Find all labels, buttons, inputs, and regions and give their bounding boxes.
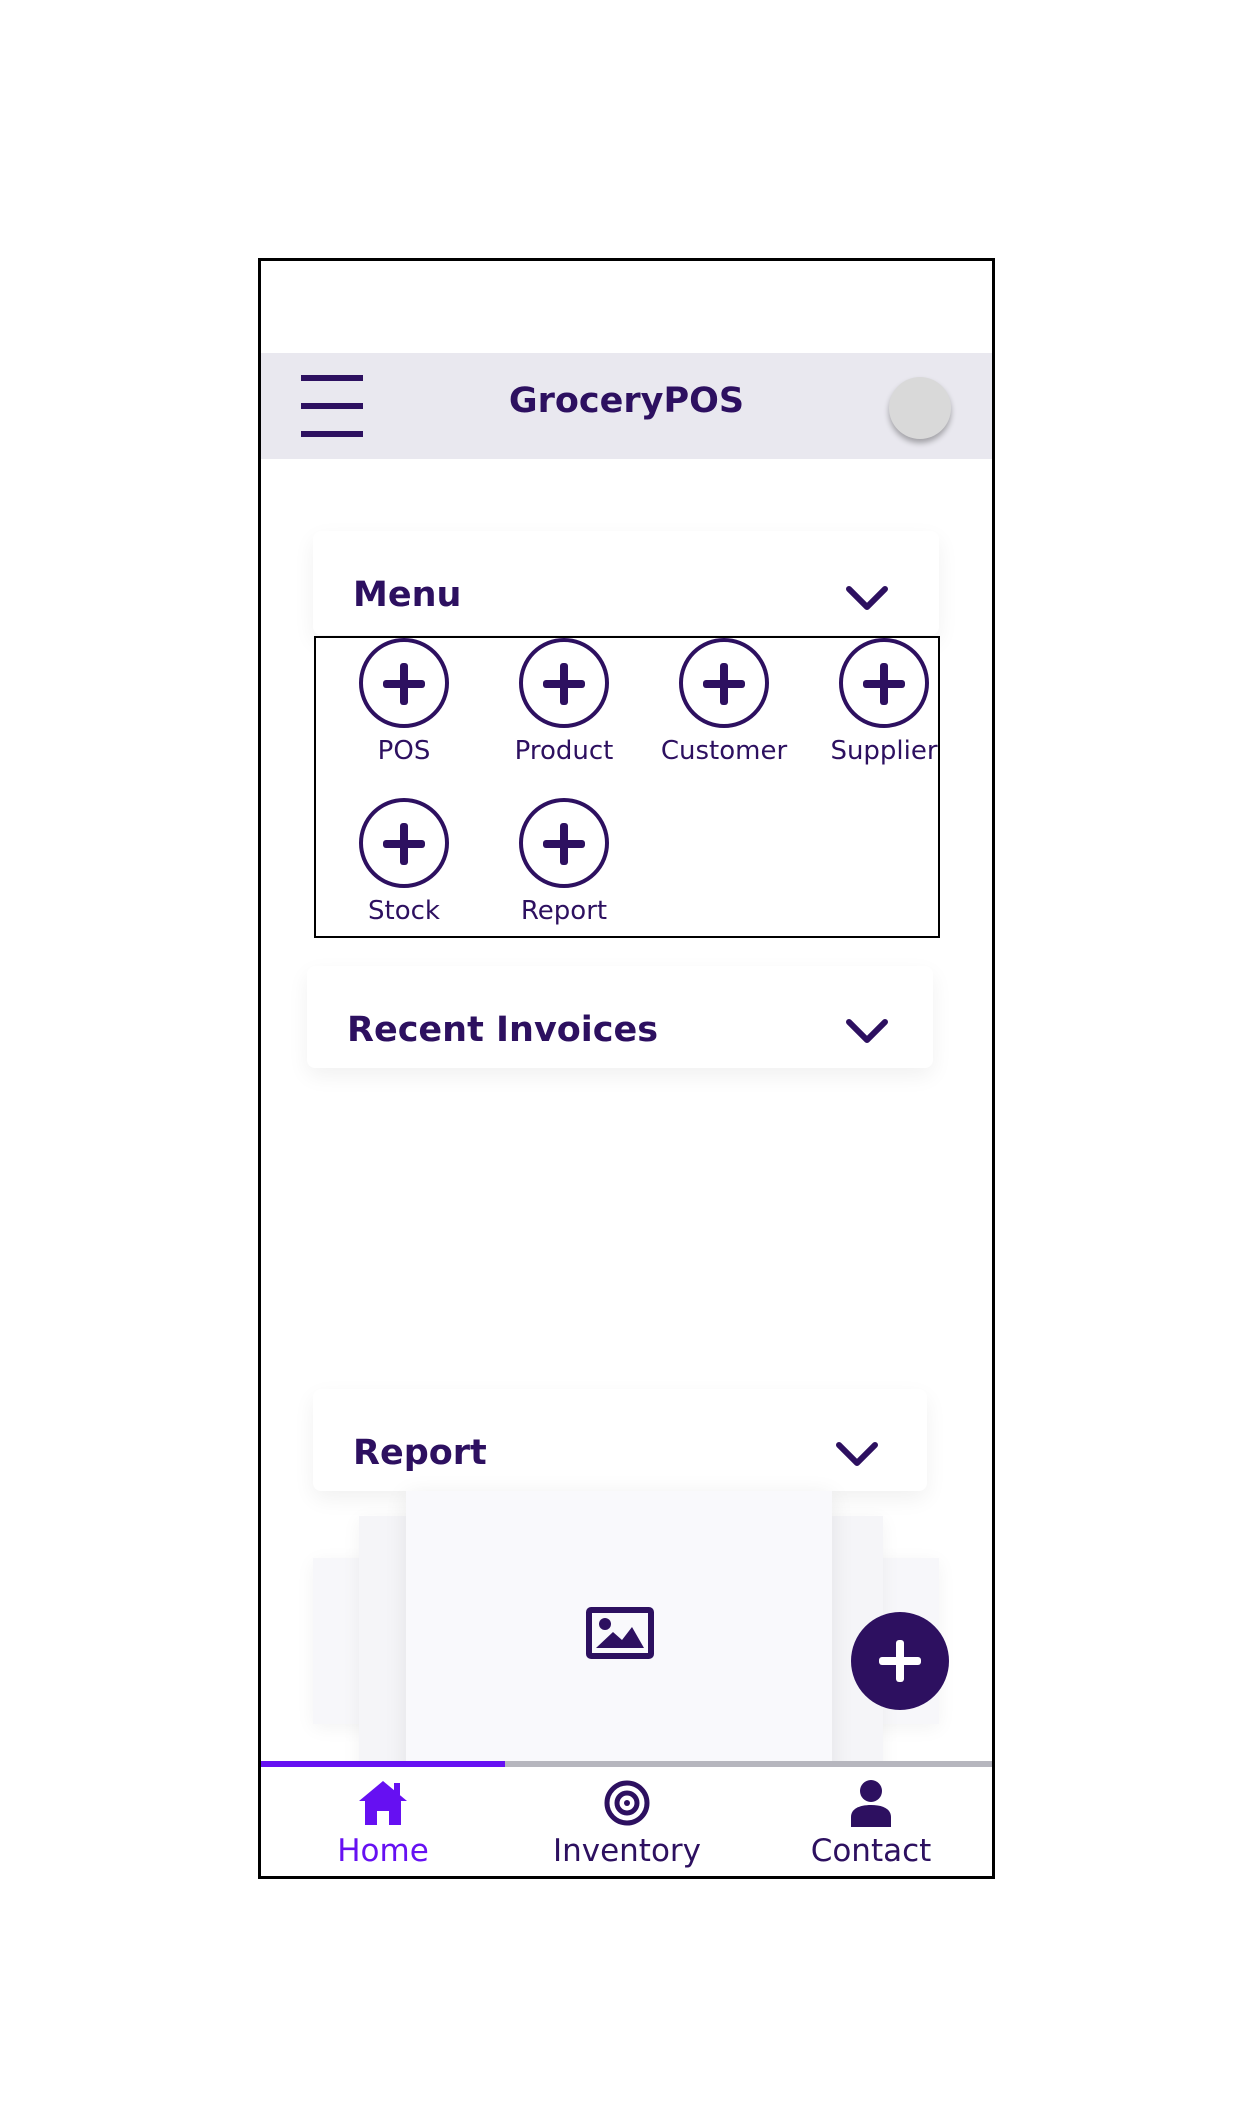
menu-item-label: Product bbox=[514, 736, 614, 766]
tab-contact-label: Contact bbox=[810, 1833, 932, 1869]
chevron-down-icon[interactable] bbox=[845, 583, 889, 613]
avatar[interactable] bbox=[889, 377, 951, 439]
person-icon bbox=[851, 1780, 891, 1827]
add-circle-icon bbox=[359, 798, 449, 888]
add-circle-icon bbox=[519, 798, 609, 888]
target-icon bbox=[604, 1780, 650, 1826]
menu-item-label: POS bbox=[377, 736, 431, 766]
app-bar: GroceryPOS bbox=[261, 353, 992, 459]
home-icon bbox=[359, 1781, 407, 1825]
menu-item-label: Customer bbox=[660, 736, 788, 766]
report-section-header[interactable]: Report bbox=[313, 1389, 927, 1491]
tab-home-label: Home bbox=[337, 1833, 429, 1869]
menu-item-product[interactable]: Product bbox=[487, 638, 647, 798]
recent-invoices-title: Recent Invoices bbox=[347, 1010, 659, 1050]
menu-item-label: Stock bbox=[368, 896, 440, 926]
tab-inventory[interactable]: Inventory bbox=[505, 1767, 749, 1876]
recent-invoices-section-header[interactable]: Recent Invoices bbox=[307, 966, 933, 1068]
menu-item-customer[interactable]: Customer bbox=[647, 638, 807, 798]
chevron-down-icon[interactable] bbox=[835, 1439, 879, 1469]
report-section-title: Report bbox=[353, 1433, 487, 1473]
add-circle-icon bbox=[679, 638, 769, 728]
phone-frame: GroceryPOS Menu POS Product Customer Sup… bbox=[258, 258, 995, 1879]
menu-item-label: Supplier bbox=[830, 736, 938, 766]
add-fab-button[interactable] bbox=[851, 1612, 949, 1710]
add-circle-icon bbox=[359, 638, 449, 728]
menu-item-label: Report bbox=[520, 896, 608, 926]
menu-item-stock[interactable]: Stock bbox=[327, 798, 487, 958]
bottom-nav: Home Inventory Contact bbox=[261, 1761, 992, 1876]
add-circle-icon bbox=[839, 638, 929, 728]
image-icon bbox=[586, 1607, 654, 1659]
app-title: GroceryPOS bbox=[508, 381, 745, 421]
menu-item-pos[interactable]: POS bbox=[327, 638, 487, 798]
menu-item-supplier[interactable]: Supplier bbox=[807, 638, 967, 798]
tab-home[interactable]: Home bbox=[261, 1767, 505, 1876]
menu-item-report[interactable]: Report bbox=[487, 798, 647, 958]
add-circle-icon bbox=[519, 638, 609, 728]
menu-section-title: Menu bbox=[353, 575, 462, 615]
tab-contact[interactable]: Contact bbox=[749, 1767, 992, 1876]
menu-grid: POS Product Customer Supplier Stock Repo… bbox=[314, 636, 940, 938]
tab-inventory-label: Inventory bbox=[552, 1833, 702, 1869]
menu-section-header[interactable]: Menu bbox=[313, 531, 939, 635]
carousel-card-main[interactable] bbox=[406, 1491, 832, 1781]
chevron-down-icon[interactable] bbox=[845, 1016, 889, 1046]
